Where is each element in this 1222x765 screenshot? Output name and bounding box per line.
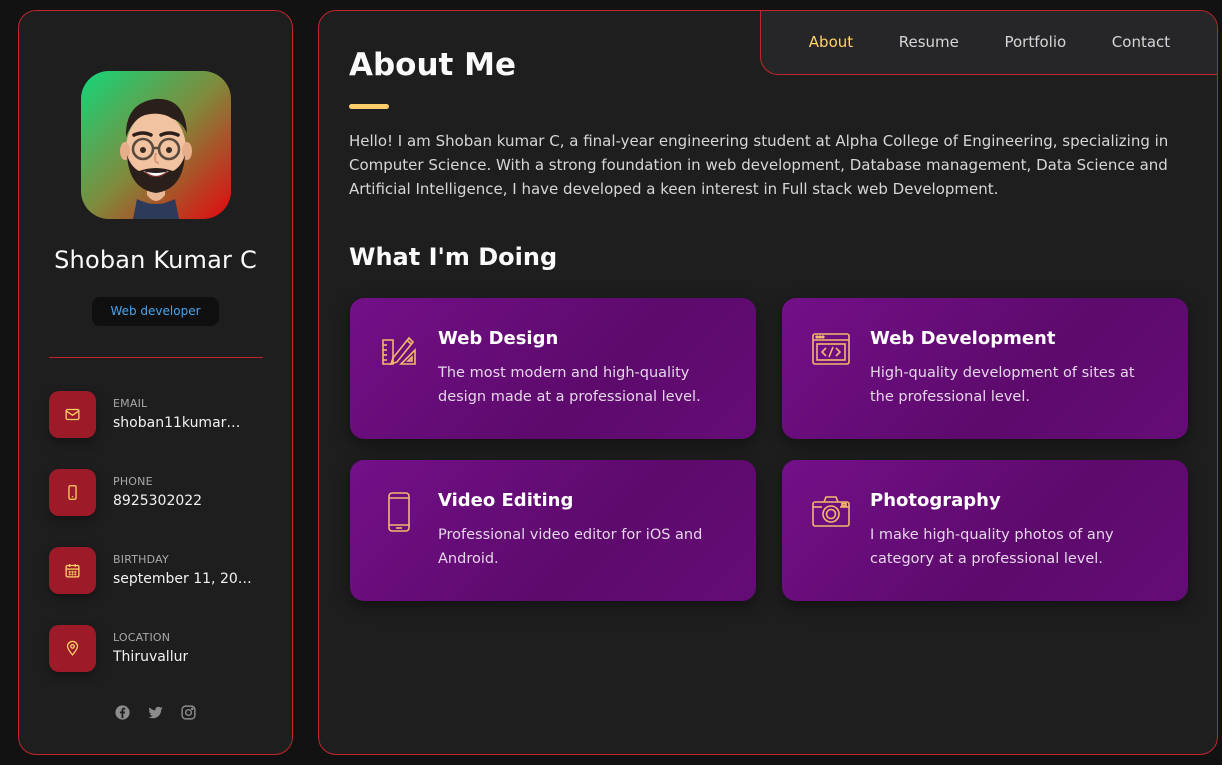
contact-email: Email shoban11kumar@g... [49,391,269,439]
service-text: Professional video editor for iOS and An… [438,527,703,567]
phone-icon [68,485,77,500]
contact-birthday: Birthday september 11, 2003 [49,547,269,595]
nav-contact[interactable]: Contact [1112,33,1170,51]
service-text: The most modern and high-quality design … [438,365,701,405]
about-text: Hello! I am Shoban kumar C, a final-year… [349,132,1169,198]
camera-icon [810,492,852,534]
code-window-icon [810,330,852,372]
social-links [19,703,292,721]
location-icon-box [49,625,96,672]
service-card-web-design: Web Design The most modern and high-qual… [350,298,756,439]
sidebar: Shoban Kumar C Web developer Email shoba… [18,10,293,755]
sidebar-separator [49,357,263,358]
contact-location: Location Thiruvallur [49,625,269,673]
contact-birthday-value: september 11, 2003 [113,571,253,587]
facebook-icon[interactable] [114,703,132,721]
mail-icon-box [49,391,96,438]
profile-title-badge: Web developer [92,297,219,326]
location-pin-icon [66,640,79,656]
nav-resume[interactable]: Resume [899,33,959,51]
title-underline [349,104,389,109]
calendar-icon-box [49,547,96,594]
twitter-icon[interactable] [147,703,165,721]
service-card-web-development: Web Development High-quality development… [782,298,1188,439]
contact-birthday-title: Birthday [113,553,169,566]
contact-email-title: Email [113,397,148,410]
contact-location-title: Location [113,631,171,644]
mail-icon [65,408,80,421]
service-card-video-editing: Video Editing Professional video editor … [350,460,756,601]
service-text: High-quality development of sites at the… [870,365,1135,405]
service-text: I make high-quality photos of any catego… [870,527,1114,567]
memoji-avatar-icon [120,98,192,219]
service-title: Photography [870,490,1001,511]
avatar [81,71,231,219]
contact-phone: Phone 8925302022 [49,469,269,517]
nav-about[interactable]: About [809,33,853,51]
smartphone-icon [378,492,420,534]
contact-phone-title: Phone [113,475,153,488]
page-title: About Me [349,47,517,83]
navbar: About Resume Portfolio Contact [760,11,1217,75]
phone-icon-box [49,469,96,516]
services-title: What I'm Doing [349,243,558,271]
contact-phone-link[interactable]: 8925302022 [113,493,202,509]
calendar-icon [65,564,80,578]
main-content: About Resume Portfolio Contact About Me … [318,10,1218,755]
service-title: Web Design [438,328,559,349]
service-card-photography: Photography I make high-quality photos o… [782,460,1188,601]
profile-name: Shoban Kumar C [54,246,257,274]
nav-portfolio[interactable]: Portfolio [1004,33,1066,51]
contact-location-value: Thiruvallur [113,649,189,665]
design-tools-icon [378,330,420,372]
instagram-icon[interactable] [180,703,198,721]
service-title: Web Development [870,328,1056,349]
service-title: Video Editing [438,490,574,511]
contact-email-link[interactable]: shoban11kumar@g... [113,415,253,431]
